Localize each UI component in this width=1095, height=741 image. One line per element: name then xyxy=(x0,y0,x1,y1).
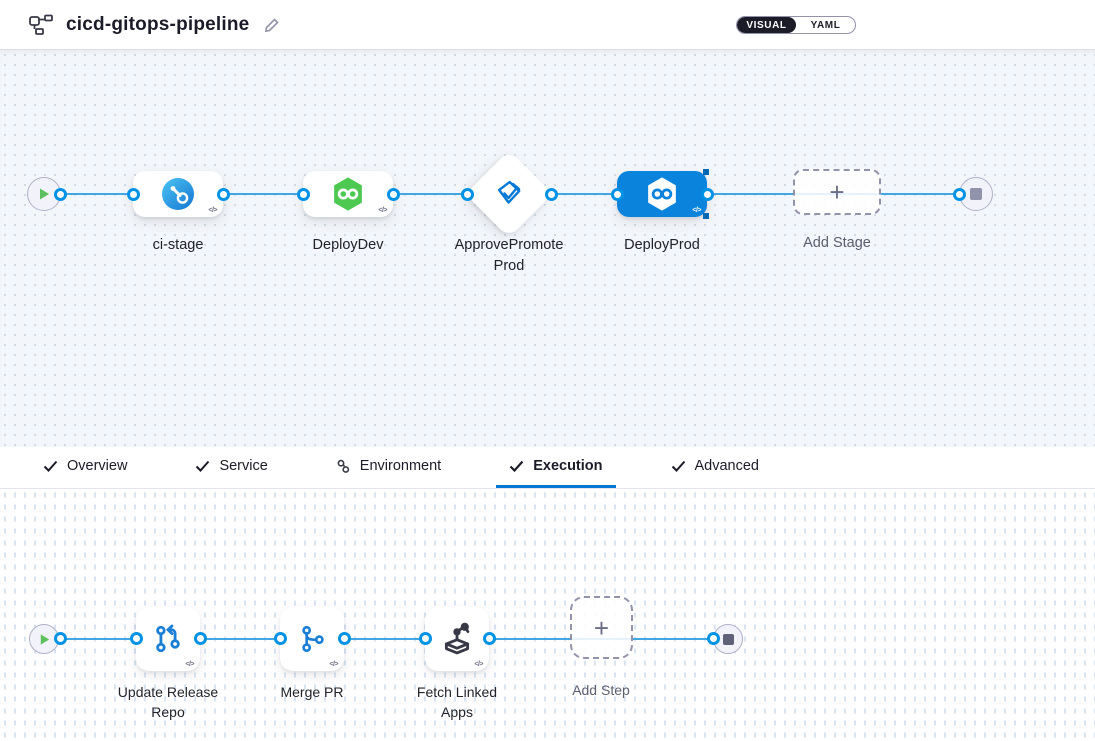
fetch-linked-apps-icon xyxy=(440,622,474,656)
connector-dot[interactable] xyxy=(545,188,558,201)
connector-dot[interactable] xyxy=(274,632,287,645)
step-label: Update Release Repo xyxy=(103,682,233,723)
check-icon xyxy=(195,460,210,472)
selection-handle[interactable] xyxy=(703,169,709,175)
check-icon xyxy=(509,460,524,472)
code-toggle-icon[interactable]: </> xyxy=(378,207,387,214)
connector-dot[interactable] xyxy=(217,188,230,201)
connector-dot[interactable] xyxy=(54,632,67,645)
pipeline-icon xyxy=(28,14,54,36)
connector-dot[interactable] xyxy=(387,188,400,201)
tab-label: Execution xyxy=(533,458,602,474)
header: cicd-gitops-pipeline VISUAL YAML xyxy=(0,0,1095,50)
toggle-yaml[interactable]: YAML xyxy=(796,17,855,33)
plus-icon: + xyxy=(829,179,844,205)
stop-icon xyxy=(970,188,982,200)
code-toggle-icon[interactable]: </> xyxy=(208,207,217,214)
cd-stage-icon xyxy=(645,176,679,212)
stage-label: DeployDev xyxy=(288,235,408,256)
tab-label: Advanced xyxy=(695,458,760,474)
tab-label: Service xyxy=(219,458,267,474)
connector-dot[interactable] xyxy=(707,632,720,645)
connector-dot[interactable] xyxy=(461,188,474,201)
connector-dot[interactable] xyxy=(701,188,714,201)
selection-handle[interactable] xyxy=(703,213,709,219)
stage-label: ci-stage xyxy=(118,235,238,256)
plus-icon: + xyxy=(594,615,609,641)
toggle-visual[interactable]: VISUAL xyxy=(737,17,796,33)
connector-dot[interactable] xyxy=(338,632,351,645)
tab-environment[interactable]: Environment xyxy=(323,447,454,488)
stage-deployprod[interactable]: </> xyxy=(617,171,707,217)
stage-config-tabs: Overview Service Environment Execution A… xyxy=(0,447,1095,489)
approval-stage-icon xyxy=(492,177,526,211)
code-toggle-icon[interactable]: </> xyxy=(692,207,701,214)
edit-pencil-icon[interactable] xyxy=(263,16,281,34)
step-update-release-repo[interactable]: </> xyxy=(136,607,200,671)
stop-icon xyxy=(723,634,734,645)
stage-approvepromoteprod[interactable] xyxy=(465,150,553,238)
connector-dot[interactable] xyxy=(419,632,432,645)
connector-dot[interactable] xyxy=(54,188,67,201)
tab-service[interactable]: Service xyxy=(182,447,280,488)
tab-advanced[interactable]: Advanced xyxy=(658,447,773,488)
add-stage-button[interactable]: + xyxy=(793,169,881,215)
step-merge-pr[interactable]: </> xyxy=(280,607,344,671)
code-toggle-icon[interactable]: </> xyxy=(474,661,483,668)
code-toggle-icon[interactable]: </> xyxy=(185,661,194,668)
connector-dot[interactable] xyxy=(297,188,310,201)
add-step-label[interactable]: Add Step xyxy=(541,680,661,700)
stage-canvas[interactable]: </> </> </> + xyxy=(0,50,1095,447)
step-label: Fetch Linked Apps xyxy=(407,682,507,723)
tab-label: Environment xyxy=(360,458,441,474)
visual-yaml-toggle: VISUAL YAML xyxy=(736,16,856,34)
tab-overview[interactable]: Overview xyxy=(30,447,140,488)
step-label: Merge PR xyxy=(252,682,372,702)
add-stage-label[interactable]: Add Stage xyxy=(777,233,897,254)
tab-execution[interactable]: Execution xyxy=(496,447,615,488)
connector-dot[interactable] xyxy=(483,632,496,645)
check-icon xyxy=(43,460,58,472)
connector-dot[interactable] xyxy=(611,188,624,201)
stage-label: ApprovePromoteProd xyxy=(453,235,565,277)
stage-deploydev[interactable]: </> xyxy=(303,171,393,217)
connector-dot[interactable] xyxy=(130,632,143,645)
step-fetch-linked-apps[interactable]: </> xyxy=(425,607,489,671)
update-release-repo-icon xyxy=(151,622,185,656)
environment-icon xyxy=(336,459,351,474)
merge-pr-icon xyxy=(296,623,328,655)
page-title: cicd-gitops-pipeline xyxy=(66,14,249,36)
stage-ci-stage[interactable]: </> xyxy=(133,171,223,217)
code-toggle-icon[interactable]: </> xyxy=(329,661,338,668)
stage-label: DeployProd xyxy=(602,235,722,256)
ci-stage-icon xyxy=(160,176,196,212)
add-step-button[interactable]: + xyxy=(570,596,633,659)
connector-dot[interactable] xyxy=(194,632,207,645)
connector-dot[interactable] xyxy=(953,188,966,201)
connector-dot[interactable] xyxy=(127,188,140,201)
check-icon xyxy=(671,460,686,472)
cd-stage-icon xyxy=(331,176,365,212)
play-icon xyxy=(37,187,51,201)
execution-canvas[interactable]: </> </> </> + Update Re xyxy=(0,489,1095,741)
play-icon xyxy=(38,633,51,646)
tab-label: Overview xyxy=(67,458,127,474)
